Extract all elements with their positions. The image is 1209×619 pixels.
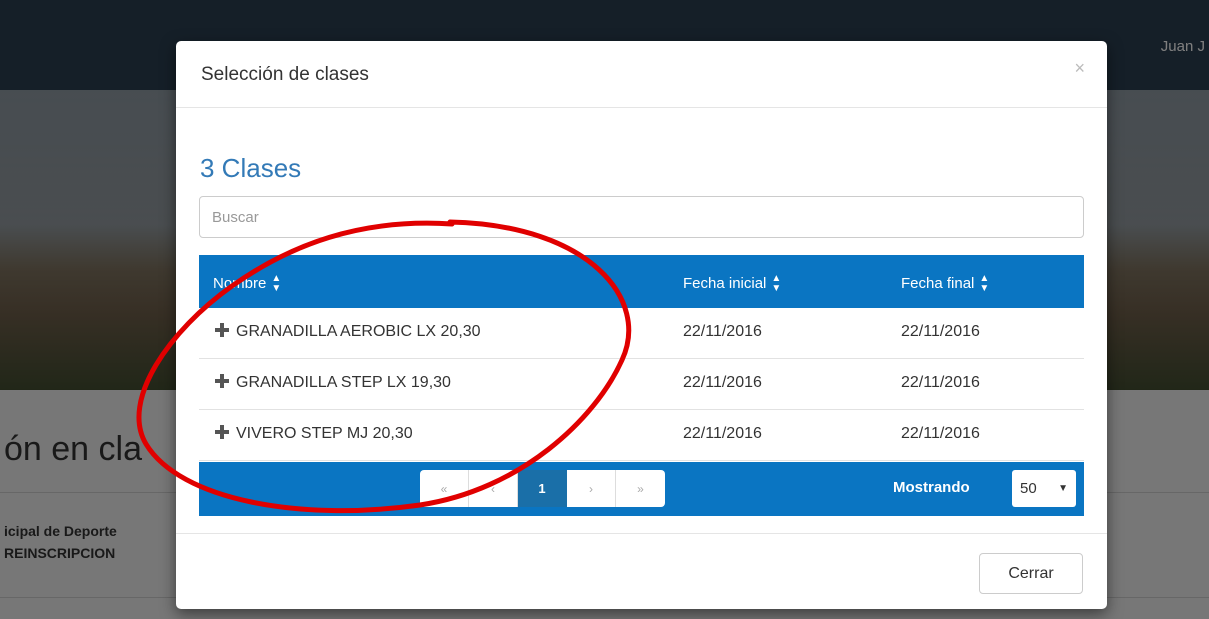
class-selection-modal: Selección de clases × 3 Clases Nombre▲▼ … [176, 41, 1107, 609]
end-date-cell: 22/11/2016 [901, 425, 980, 442]
expand-plus-icon[interactable] [215, 374, 229, 388]
end-date-cell: 22/11/2016 [901, 323, 980, 340]
class-name-cell: GRANADILLA AEROBIC LX 20,30 [215, 323, 481, 341]
sort-icon: ▲ ▼ [979, 273, 990, 294]
start-date-cell: 22/11/2016 [683, 323, 762, 340]
current-page-button[interactable]: 1 [518, 470, 567, 507]
column-header-start-date[interactable]: Fecha inicial ▲ ▼ [683, 274, 781, 294]
start-date-cell: 22/11/2016 [683, 425, 762, 442]
start-date-cell: 22/11/2016 [683, 374, 762, 391]
last-page-button[interactable]: » [616, 470, 665, 507]
page-size-label: Mostrando [893, 479, 970, 496]
table-row[interactable]: GRANADILLA AEROBIC LX 20,30 22/11/2016 2… [199, 308, 1084, 359]
modal-header: Selección de clases × [176, 41, 1107, 108]
next-page-button[interactable]: › [567, 470, 616, 507]
class-name-cell: VIVERO STEP MJ 20,30 [215, 425, 413, 443]
close-button[interactable]: Cerrar [979, 553, 1083, 594]
column-header-name[interactable]: Nombre ▲ ▼ [213, 274, 281, 294]
class-count-heading: 3 Clases [200, 153, 302, 183]
page-size-select[interactable]: 50 ▼ [1012, 470, 1076, 507]
sort-icon: ▲ ▼ [771, 273, 782, 294]
column-header-end-date[interactable]: Fecha final ▲ ▼ [901, 274, 989, 294]
class-name-cell: GRANADILLA STEP LX 19,30 [215, 374, 451, 392]
previous-page-button[interactable]: ‹ [469, 470, 518, 507]
expand-plus-icon[interactable] [215, 323, 229, 337]
expand-plus-icon[interactable] [215, 425, 229, 439]
sort-icon: ▲ ▼ [271, 273, 282, 294]
end-date-cell: 22/11/2016 [901, 374, 980, 391]
table-row[interactable]: VIVERO STEP MJ 20,30 22/11/2016 22/11/20… [199, 410, 1084, 461]
modal-footer: Cerrar [176, 533, 1107, 610]
first-page-button[interactable]: « [420, 470, 469, 507]
modal-title: Selección de clases [201, 64, 369, 85]
table-footer: « ‹ 1 › » Mostrando 50 ▼ [199, 462, 1084, 516]
caret-down-icon: ▼ [1058, 483, 1068, 494]
table-header: Nombre ▲ ▼ Fecha inicial ▲ ▼ Fecha final ▲ ▼ [199, 255, 1084, 308]
pagination: « ‹ 1 › » [420, 470, 665, 507]
classes-table: Nombre ▲ ▼ Fecha inicial ▲ ▼ Fecha final ▲ ▼ G… [199, 255, 1084, 516]
close-icon[interactable]: × [1074, 59, 1085, 77]
search-input[interactable] [199, 196, 1084, 238]
table-row[interactable]: GRANADILLA STEP LX 19,30 22/11/2016 22/1… [199, 359, 1084, 410]
